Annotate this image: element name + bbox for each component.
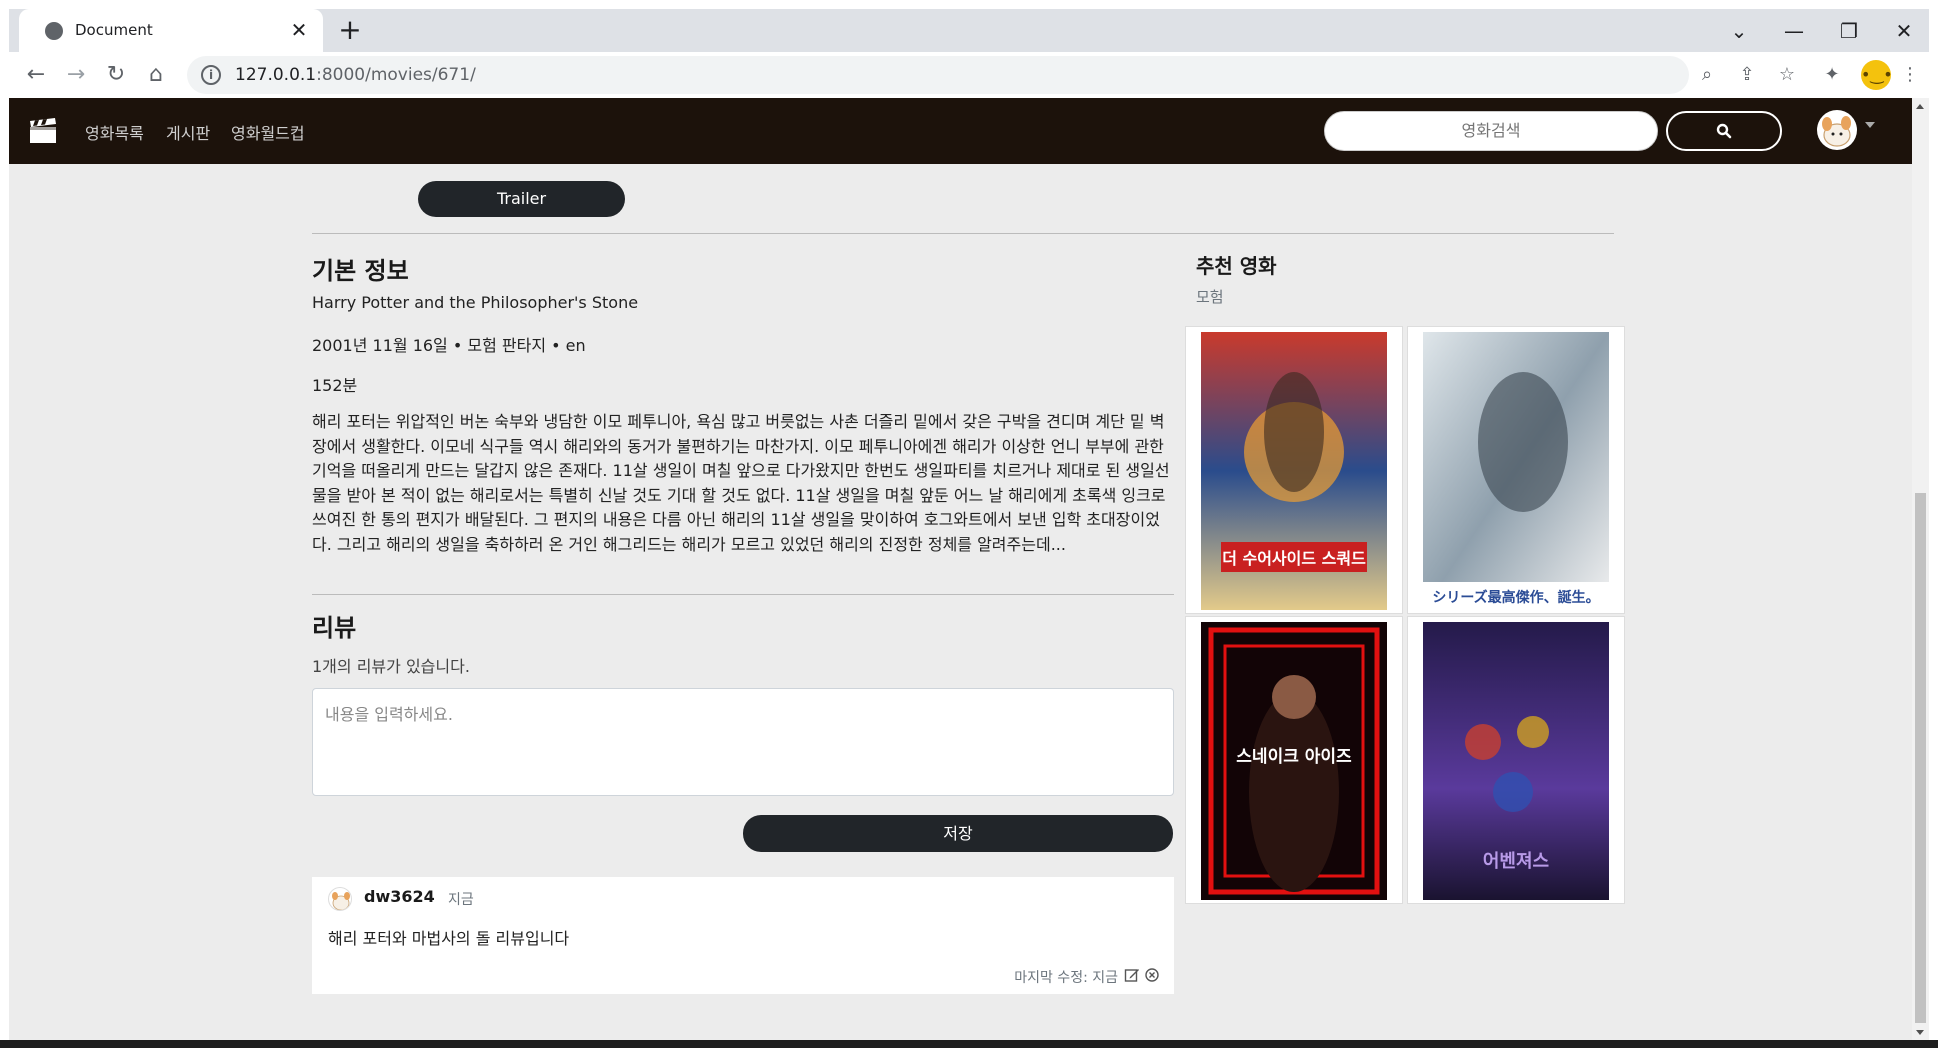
scroll-thumb[interactable] bbox=[1915, 493, 1926, 1023]
extensions-icon[interactable]: ✦ bbox=[1819, 62, 1845, 88]
search-button[interactable] bbox=[1666, 111, 1782, 151]
poster-title-text: 더 수어사이드 스쿼드 bbox=[1222, 549, 1366, 568]
search-icon bbox=[1716, 123, 1732, 139]
poster-title-text: シリーズ最高傑作、誕生。 bbox=[1432, 589, 1599, 606]
scroll-down-icon[interactable] bbox=[1916, 1030, 1924, 1035]
site-navbar: 영화목록 게시판 영화월드컵 영화검색 bbox=[9, 98, 1912, 164]
poster-card[interactable]: 스네이크 아이즈 bbox=[1185, 616, 1403, 904]
tab-title: Document bbox=[75, 21, 153, 39]
clapperboard-logo-icon[interactable] bbox=[29, 118, 57, 144]
review-count: 1개의 리뷰가 있습니다. bbox=[312, 657, 470, 676]
user-avatar[interactable] bbox=[1817, 110, 1857, 150]
review-card: dw3624 지금 해리 포터와 마법사의 돌 리뷰입니다 마지막 수정: 지금 bbox=[312, 877, 1174, 994]
poster-avengers[interactable]: 어벤져스 bbox=[1423, 622, 1609, 900]
poster-rurouni-kenshin[interactable]: シリーズ最高傑作、誕生。 bbox=[1423, 332, 1609, 610]
poster-card[interactable]: 어벤져스 bbox=[1407, 616, 1625, 904]
review-textarea[interactable]: 내용을 입력하세요. bbox=[312, 688, 1174, 796]
web-page: 영화목록 게시판 영화월드컵 영화검색 Trailer 기본 정보 Harry … bbox=[9, 98, 1912, 1040]
divider bbox=[312, 594, 1174, 595]
review-content: 해리 포터와 마법사의 돌 리뷰입니다 bbox=[328, 929, 570, 948]
close-tab-icon[interactable]: ✕ bbox=[287, 18, 311, 42]
scroll-up-icon[interactable] bbox=[1916, 104, 1924, 109]
nav-movie-list-link[interactable]: 영화목록 bbox=[85, 120, 144, 144]
review-time: 지금 bbox=[448, 892, 474, 908]
poster-snake-eyes[interactable]: 스네이크 아이즈 bbox=[1201, 622, 1387, 900]
save-button[interactable]: 저장 bbox=[743, 815, 1173, 852]
minimize-icon[interactable]: — bbox=[1774, 17, 1814, 45]
original-title: Harry Potter and the Philosopher's Stone bbox=[312, 293, 639, 312]
avatar bbox=[328, 887, 352, 911]
restore-icon[interactable]: ❐ bbox=[1829, 17, 1869, 45]
poster-card[interactable]: シリーズ最高傑作、誕生。 bbox=[1407, 326, 1625, 614]
browser-toolbar: ← → ↻ ⌂ i 127.0.0.1:8000/movies/671/ ⌕ ⇪… bbox=[9, 52, 1929, 98]
edit-icon[interactable] bbox=[1124, 967, 1140, 983]
review-modified: 마지막 수정: 지금 bbox=[1014, 970, 1118, 986]
nav-board-link[interactable]: 게시판 bbox=[166, 120, 210, 144]
recommend-title: 추천 영화 bbox=[1196, 254, 1277, 278]
poster-title-text: 스네이크 아이즈 bbox=[1236, 747, 1352, 767]
poster-suicide-squad[interactable]: 더 수어사이드 스쿼드 bbox=[1201, 332, 1387, 610]
zoom-icon[interactable]: ⌕ bbox=[1694, 62, 1720, 88]
movie-meta: 2001년 11월 16일 • 모험 판타지 • en bbox=[312, 336, 586, 355]
globe-icon bbox=[45, 22, 63, 40]
share-icon[interactable]: ⇪ bbox=[1734, 62, 1760, 88]
site-info-icon[interactable]: i bbox=[201, 65, 221, 85]
bookmark-star-icon[interactable]: ☆ bbox=[1774, 62, 1800, 88]
close-window-icon[interactable]: ✕ bbox=[1884, 17, 1924, 45]
runtime: 152분 bbox=[312, 376, 358, 395]
tab-search-icon[interactable]: ⌄ bbox=[1719, 17, 1759, 45]
page-scrollbar[interactable] bbox=[1912, 98, 1929, 1040]
chevron-down-icon[interactable] bbox=[1865, 122, 1875, 128]
address-bar[interactable]: i 127.0.0.1:8000/movies/671/ bbox=[187, 56, 1689, 94]
browser-tab[interactable]: Document ✕ bbox=[19, 9, 323, 52]
taskbar bbox=[0, 1040, 1938, 1048]
browser-chrome: Document ✕ + ⌄ — ❐ ✕ ← → ↻ ⌂ i 127.0.0.1… bbox=[9, 9, 1929, 98]
back-icon[interactable]: ← bbox=[21, 60, 51, 90]
divider bbox=[312, 233, 1614, 234]
review-username[interactable]: dw3624 bbox=[364, 887, 435, 906]
trailer-button[interactable]: Trailer bbox=[418, 181, 625, 217]
tab-strip: Document ✕ + ⌄ — ❐ ✕ bbox=[9, 9, 1929, 52]
url-text: 127.0.0.1:8000/movies/671/ bbox=[235, 65, 476, 85]
home-icon[interactable]: ⌂ bbox=[141, 60, 171, 90]
forward-icon[interactable]: → bbox=[61, 60, 91, 90]
reload-icon[interactable]: ↻ bbox=[101, 60, 131, 90]
movie-search-input[interactable]: 영화검색 bbox=[1324, 111, 1658, 151]
reviews-title: 리뷰 bbox=[312, 614, 357, 642]
movie-overview: 해리 포터는 위압적인 버논 숙부와 냉담한 이모 페투니아, 욕심 많고 버릇… bbox=[312, 412, 1170, 554]
poster-card[interactable]: 더 수어사이드 스쿼드 bbox=[1185, 326, 1403, 614]
profile-icon[interactable]: •‿• bbox=[1861, 60, 1893, 90]
nav-worldcup-link[interactable]: 영화월드컵 bbox=[231, 120, 305, 144]
recommend-genre: 모험 bbox=[1196, 288, 1224, 306]
menu-kebab-icon[interactable]: ⋮ bbox=[1897, 62, 1923, 88]
delete-icon[interactable] bbox=[1144, 967, 1160, 983]
new-tab-icon[interactable]: + bbox=[335, 15, 365, 45]
basic-info-title: 기본 정보 bbox=[312, 257, 409, 285]
poster-title-text: 어벤져스 bbox=[1483, 851, 1549, 872]
